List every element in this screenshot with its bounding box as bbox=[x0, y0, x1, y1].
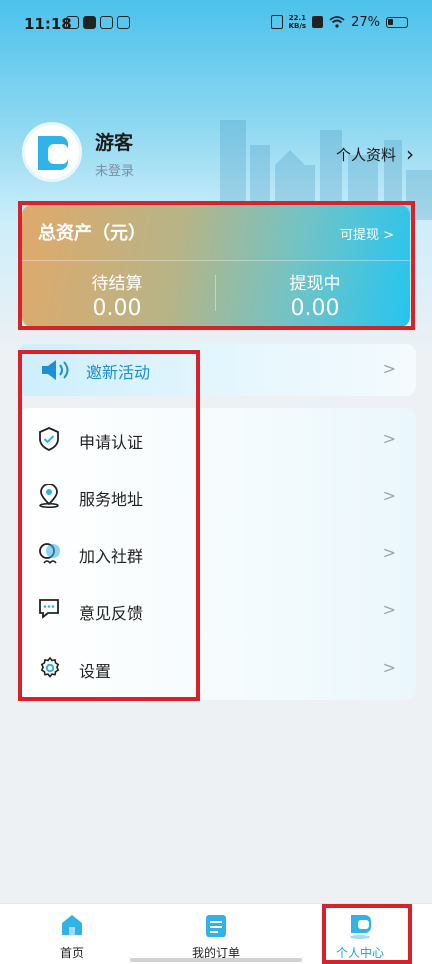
system-icons: 22.1 KB/s 27% bbox=[270, 14, 408, 30]
app-notification-icon bbox=[100, 16, 113, 29]
chevron-right-icon: > bbox=[382, 359, 396, 378]
tab-my-orders[interactable]: 我的订单 bbox=[144, 904, 288, 964]
highlight-box-profile-tab bbox=[322, 904, 412, 964]
chevron-right-icon: > bbox=[382, 486, 396, 505]
status-time: 11:18 bbox=[24, 15, 72, 33]
wifi-icon bbox=[329, 16, 345, 28]
home-indicator[interactable] bbox=[130, 958, 302, 962]
highlight-box-assets bbox=[18, 201, 415, 330]
chevron-right-icon: > bbox=[382, 600, 396, 619]
tab-label: 首页 bbox=[59, 946, 84, 960]
notification-icons bbox=[66, 16, 130, 29]
home-icon bbox=[62, 915, 82, 935]
profile-details-link[interactable]: 个人资料 › bbox=[336, 142, 414, 166]
tiktok-icon bbox=[83, 16, 96, 29]
username: 游客 bbox=[95, 132, 134, 154]
vibrate-icon bbox=[270, 15, 283, 29]
app-notification-icon bbox=[66, 16, 79, 29]
orders-icon bbox=[206, 915, 226, 937]
chevron-right-icon: › bbox=[406, 142, 414, 166]
highlight-box-menu bbox=[18, 350, 200, 701]
chevron-right-icon: > bbox=[382, 658, 396, 677]
login-status[interactable]: 未登录 bbox=[95, 160, 134, 179]
battery-percent: 27% bbox=[351, 14, 380, 30]
status-bar: 11:18 22.1 KB/s 27% bbox=[0, 0, 432, 50]
chevron-right-icon: > bbox=[382, 429, 396, 448]
tab-home[interactable]: 首页 bbox=[0, 904, 144, 964]
network-speed: 22.1 KB/s bbox=[289, 14, 306, 30]
battery-icon bbox=[386, 16, 408, 28]
x-status-icon bbox=[312, 16, 324, 28]
profile-link-label: 个人资料 bbox=[335, 145, 396, 164]
user-avatar-icon bbox=[38, 136, 68, 170]
network-speed-unit: KB/s bbox=[288, 22, 307, 30]
avatar[interactable] bbox=[22, 122, 82, 182]
app-notification-icon bbox=[117, 16, 130, 29]
network-speed-value: 22.1 bbox=[288, 14, 306, 22]
chevron-right-icon: > bbox=[382, 543, 396, 562]
